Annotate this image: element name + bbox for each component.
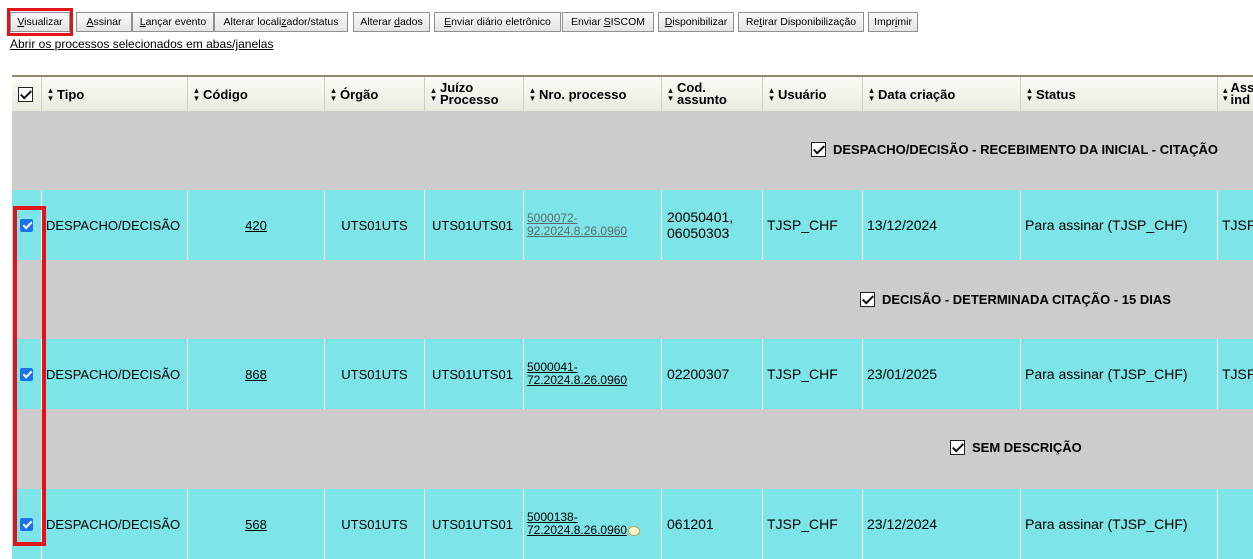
table-header: ▴ ▾ Tipo ▴ ▾ Código ▴ ▾ Órgão ▴ ▾ Juízo Processo …: [12, 75, 1253, 111]
sort-icon: ▴ ▾: [331, 85, 336, 103]
cell-cod-assunto: 20050401, 06050303: [667, 190, 763, 260]
alterar-localizador-status-button[interactable]: Alterar localizador/status: [214, 12, 348, 32]
cell-nro-processo: 5000072- 92.2024.8.26.0960: [527, 190, 662, 260]
group-checkbox[interactable]: [860, 292, 875, 307]
header-orgao[interactable]: ▴ ▾ Órgão: [325, 77, 425, 111]
group-checkbox[interactable]: [811, 142, 826, 157]
sort-icon: ▴ ▾: [530, 85, 535, 103]
process-number-link[interactable]: 5000072- 92.2024.8.26.0960: [527, 212, 627, 238]
select-all-checkbox[interactable]: [18, 86, 33, 102]
header-nro-processo[interactable]: ▴ ▾ Nro. processo: [524, 77, 662, 111]
header-usuario[interactable]: ▴ ▾ Usuário: [763, 77, 863, 111]
selection-column-highlight-box: [13, 206, 46, 546]
header-data-criacao[interactable]: ▴ ▾ Data criação: [863, 77, 1021, 111]
assinar-button[interactable]: Assinar: [76, 12, 132, 32]
cell-cod-assunto: 02200307: [667, 339, 763, 409]
cell-status: Para assinar (TJSP_CHF): [1025, 339, 1218, 409]
group-row: SEM DESCRIÇÃO: [12, 409, 1253, 489]
cell-nro-processo: 5000138- 72.2024.8.26.0960: [527, 489, 662, 559]
sort-icon: ▴ ▾: [194, 85, 199, 103]
cell-juizo: UTS01UTS01: [432, 190, 524, 260]
cell-usuario: TJSP_CHF: [767, 489, 863, 559]
sort-icon: ▴ ▾: [431, 85, 436, 103]
header-cod-assunto[interactable]: ▴ ▾ Cod. assunto: [662, 77, 763, 111]
cell-tipo: DESPACHO/DECISÃO: [46, 339, 188, 409]
select-all-header: [12, 77, 42, 111]
cell-data-criacao: 23/12/2024: [867, 489, 1021, 559]
cell-tipo: DESPACHO/DECISÃO: [46, 489, 188, 559]
group-row: DESPACHO/DECISÃO - RECEBIMENTO DA INICIA…: [12, 111, 1253, 190]
sort-icon: ▴ ▾: [48, 85, 53, 103]
sort-icon: ▴ ▾: [1027, 85, 1032, 103]
enviar-diario-eletronico-button[interactable]: Enviar diário eletrônico: [434, 12, 561, 32]
group-checkbox[interactable]: [950, 440, 965, 455]
cell-tipo: DESPACHO/DECISÃO: [46, 190, 188, 260]
table-row[interactable]: DESPACHO/DECISÃO 420 UTS01UTS UTS01UTS01…: [12, 190, 1253, 260]
group-row: DECISÃO - DETERMINADA CITAÇÃO - 15 DIAS: [12, 260, 1253, 339]
cell-nro-processo: 5000041- 72.2024.8.26.0960: [527, 339, 662, 409]
group-label: DESPACHO/DECISÃO - RECEBIMENTO DA INICIA…: [811, 142, 1218, 157]
header-status[interactable]: ▴ ▾ Status: [1021, 77, 1218, 111]
imprimir-button[interactable]: Imprimir: [868, 12, 918, 32]
codigo-link[interactable]: 420: [245, 218, 267, 233]
cell-orgao: UTS01UTS: [325, 190, 425, 260]
cell-codigo: 568: [188, 489, 325, 559]
comment-bubble-icon[interactable]: [628, 525, 641, 536]
cell-cod-assunto: 061201: [667, 489, 763, 559]
cell-orgao: UTS01UTS: [325, 489, 425, 559]
cell-juizo: UTS01UTS01: [432, 339, 524, 409]
sort-icon: ▴ ▾: [869, 85, 874, 103]
group-label: SEM DESCRIÇÃO: [950, 440, 1082, 455]
cell-data-criacao: 23/01/2025: [867, 339, 1021, 409]
cell-status: Para assinar (TJSP_CHF): [1025, 489, 1218, 559]
lancar-evento-button[interactable]: Lançar evento: [132, 12, 214, 32]
codigo-link[interactable]: 868: [245, 367, 267, 382]
process-number-link[interactable]: 5000138- 72.2024.8.26.0960: [527, 511, 641, 537]
header-tipo[interactable]: ▴ ▾ Tipo: [42, 77, 188, 111]
table-row[interactable]: DESPACHO/DECISÃO 568 UTS01UTS UTS01UTS01…: [12, 489, 1253, 559]
header-assinado-indicador[interactable]: ▴ ▾ Ass ind: [1218, 77, 1253, 111]
cell-orgao: UTS01UTS: [325, 339, 425, 409]
process-number-link[interactable]: 5000041- 72.2024.8.26.0960: [527, 361, 627, 387]
alterar-dados-button[interactable]: Alterar dados: [353, 12, 430, 32]
sort-icon: ▴ ▾: [668, 85, 673, 103]
open-selected-processes-link[interactable]: Abrir os processos selecionados em abas/…: [10, 37, 273, 51]
enviar-siscom-button[interactable]: Enviar SISCOM: [562, 12, 654, 32]
cell-codigo: 420: [188, 190, 325, 260]
retirar-disponibilizacao-button[interactable]: Retirar Disponibilização: [738, 12, 864, 32]
visualizar-highlight-box: [7, 8, 73, 36]
cell-usuario: TJSP_CHF: [767, 190, 863, 260]
codigo-link[interactable]: 568: [245, 517, 267, 532]
cell-usuario: TJSP_CHF: [767, 339, 863, 409]
cell-assinado: TJSP: [1222, 366, 1253, 382]
cell-status: Para assinar (TJSP_CHF): [1025, 190, 1218, 260]
cell-juizo: UTS01UTS01: [432, 489, 524, 559]
table-row[interactable]: DESPACHO/DECISÃO 868 UTS01UTS UTS01UTS01…: [12, 339, 1253, 409]
disponibilizar-button[interactable]: Disponibilizar: [658, 12, 734, 32]
group-label: DECISÃO - DETERMINADA CITAÇÃO - 15 DIAS: [860, 292, 1171, 307]
header-juizo-processo[interactable]: ▴ ▾ Juízo Processo: [425, 77, 524, 111]
cell-assinado: [1222, 489, 1253, 559]
sort-icon: ▴ ▾: [1223, 85, 1228, 103]
cell-codigo: 868: [188, 339, 325, 409]
sort-icon: ▴ ▾: [769, 85, 774, 103]
cell-data-criacao: 13/12/2024: [867, 190, 1021, 260]
header-codigo[interactable]: ▴ ▾ Código: [188, 77, 325, 111]
cell-assinado: TJSP: [1222, 217, 1253, 233]
